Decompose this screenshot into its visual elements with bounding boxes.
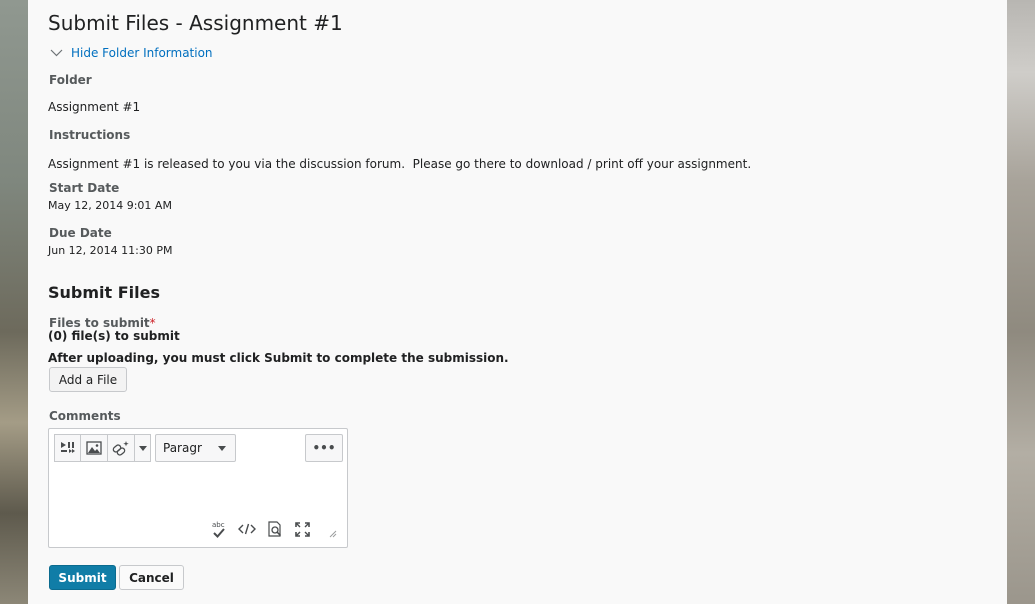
required-marker: * bbox=[149, 316, 156, 330]
comments-label: Comments bbox=[49, 409, 121, 423]
chevron-down-icon bbox=[50, 49, 63, 57]
due-date-label: Due Date bbox=[49, 226, 112, 240]
files-to-submit-label: Files to submit bbox=[49, 316, 150, 330]
start-date-label: Start Date bbox=[49, 181, 120, 195]
page-title: Submit Files - Assignment #1 bbox=[48, 11, 343, 35]
comments-text-area[interactable] bbox=[57, 469, 339, 517]
insert-media-button[interactable] bbox=[54, 434, 81, 462]
image-icon bbox=[86, 441, 102, 455]
checkmark-icon bbox=[213, 528, 225, 538]
more-actions-button[interactable]: ••• bbox=[305, 434, 343, 462]
media-player-icon bbox=[60, 441, 76, 455]
file-count: (0) file(s) to submit bbox=[48, 329, 180, 343]
submission-notice: After uploading, you must click Submit t… bbox=[48, 351, 509, 365]
insert-link-button[interactable] bbox=[107, 434, 135, 462]
comments-editor: Paragr ••• abc bbox=[48, 428, 348, 548]
source-code-icon[interactable] bbox=[238, 523, 256, 535]
submit-files-heading: Submit Files bbox=[48, 283, 161, 302]
instructions-label: Instructions bbox=[49, 128, 131, 142]
format-select-value: Paragr bbox=[163, 441, 202, 455]
hide-folder-info-toggle[interactable]: Hide Folder Information bbox=[50, 46, 213, 60]
caret-down-icon bbox=[218, 445, 226, 451]
paragraph-format-select[interactable]: Paragr bbox=[155, 434, 236, 462]
fullscreen-icon[interactable] bbox=[295, 522, 310, 537]
caret-down-icon bbox=[138, 445, 147, 451]
preview-icon[interactable] bbox=[267, 521, 283, 537]
insert-dropdown-button[interactable] bbox=[134, 434, 151, 462]
background-left bbox=[0, 0, 28, 604]
submit-button[interactable]: Submit bbox=[49, 565, 116, 590]
folder-value: Assignment #1 bbox=[48, 100, 141, 114]
instructions-value: Assignment #1 is released to you via the… bbox=[48, 157, 752, 171]
folder-label: Folder bbox=[49, 73, 92, 87]
hide-folder-info-label: Hide Folder Information bbox=[71, 46, 213, 60]
start-date-value: May 12, 2014 9:01 AM bbox=[48, 199, 172, 212]
add-file-button[interactable]: Add a File bbox=[49, 367, 127, 392]
link-sparkle-icon bbox=[112, 440, 130, 456]
more-icon: ••• bbox=[312, 441, 336, 455]
background-right bbox=[1007, 0, 1035, 604]
resize-handle-icon[interactable] bbox=[328, 529, 337, 538]
due-date-value: Jun 12, 2014 11:30 PM bbox=[48, 244, 173, 257]
spellcheck-button[interactable]: abc bbox=[211, 521, 227, 539]
cancel-button[interactable]: Cancel bbox=[119, 565, 184, 590]
insert-image-button[interactable] bbox=[80, 434, 108, 462]
